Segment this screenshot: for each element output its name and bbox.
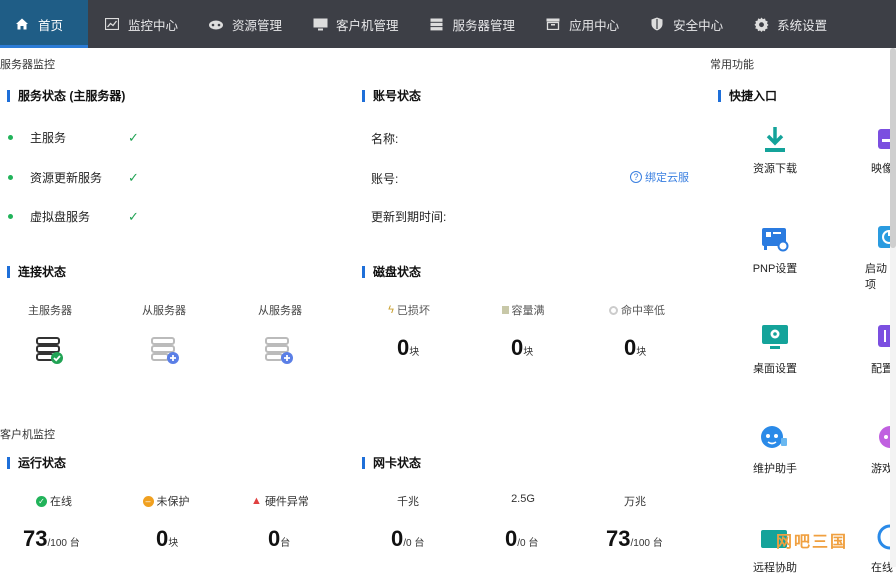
help-icon: ? — [630, 171, 642, 183]
server-add-icon[interactable] — [150, 335, 180, 365]
disk-metric-label: 命中率低 — [592, 302, 682, 318]
bind-cloud-link[interactable]: ? 绑定云服 — [630, 169, 689, 185]
server-label: 从服务器 — [142, 305, 186, 317]
section-server-monitor: 服务器监控 — [0, 59, 55, 71]
nic-metric-label: 万兆 — [624, 496, 646, 508]
nav-apps[interactable]: 应用中心 — [529, 0, 633, 48]
nav-resources[interactable]: 资源管理 — [192, 0, 296, 48]
server-online-icon[interactable] — [35, 335, 65, 365]
nav-monitor[interactable]: 监控中心 — [88, 0, 192, 48]
disk-status-title: 磁盘状态 — [362, 266, 421, 278]
shield-icon — [649, 16, 665, 32]
expiry-label: 更新到期时间: — [371, 210, 447, 224]
service-name: 主服务 — [30, 131, 67, 145]
run-metric-label: ✓ 在线 — [4, 493, 104, 509]
status-dot — [8, 175, 13, 180]
nav-settings[interactable]: 系统设置 — [737, 0, 841, 48]
nav-home[interactable]: 首页 — [0, 0, 88, 48]
connection-status-title: 连接状态 — [7, 266, 66, 278]
gear-icon — [753, 16, 769, 32]
quick-item-game[interactable]: 游戏 — [848, 460, 896, 476]
nic-metric-value: 73/100 台 — [606, 526, 663, 551]
nav-servers[interactable]: 服务器管理 — [413, 0, 530, 48]
run-metric-label: – 未保护 — [116, 493, 216, 509]
service-name: 资源更新服务 — [30, 171, 103, 185]
scrollbar-thumb[interactable] — [890, 48, 896, 248]
nav-label: 监控中心 — [128, 18, 179, 33]
quick-item-desktop[interactable]: 桌面设置 — [740, 360, 810, 376]
disk-metric-value: 0块 — [511, 335, 534, 360]
nic-metric-value: 0/0 台 — [391, 526, 425, 551]
bind-cloud-label: 绑定云服 — [645, 172, 689, 184]
run-metric-value: 0块 — [156, 526, 179, 551]
quick-item-pnp[interactable]: PNP设置 — [740, 260, 810, 276]
quick-item-image[interactable]: 映像 — [848, 160, 896, 176]
online-check-icon: ✓ — [36, 495, 47, 507]
quick-item-startup[interactable]: 启动项 — [848, 260, 896, 292]
disk-metric-label: ϟ 已损坏 — [388, 304, 430, 317]
nav-label: 首页 — [38, 18, 64, 33]
quick-item-download[interactable]: 资源下载 — [740, 160, 810, 176]
server-add-icon[interactable] — [264, 335, 294, 365]
check-icon: ✓ — [128, 208, 139, 224]
check-icon: ✓ — [128, 169, 139, 185]
top-nav: 首页 监控中心 资源管理 客户机管理 服务器管理 应用中心 安全中心 系统设置 — [0, 0, 896, 48]
quick-item-config[interactable]: 配置 — [848, 360, 896, 376]
resource-icon — [208, 16, 224, 32]
run-metric-value: 73/100 台 — [23, 526, 80, 551]
run-metric-value: 0台 — [268, 526, 291, 551]
watermark: 网吧三国 — [776, 534, 849, 551]
nav-label: 系统设置 — [777, 18, 828, 33]
account-id-label: 账号: — [371, 172, 399, 186]
status-dot — [8, 135, 13, 140]
disk-metric-value: 0块 — [397, 335, 420, 360]
service-name: 虚拟盘服务 — [30, 210, 91, 224]
quick-item-assistant[interactable]: 维护助手 — [740, 460, 810, 476]
service-row: 资源更新服务 ✓ — [8, 169, 139, 186]
lightning-icon: ϟ — [388, 304, 394, 316]
download-icon[interactable] — [760, 125, 790, 155]
nav-label: 应用中心 — [569, 18, 620, 33]
nav-label: 安全中心 — [673, 18, 724, 33]
nav-label: 资源管理 — [232, 18, 283, 33]
target-icon — [609, 305, 618, 315]
status-dot — [8, 214, 13, 219]
nav-security[interactable]: 安全中心 — [633, 0, 737, 48]
quick-item-online[interactable]: 在线 — [848, 559, 896, 575]
home-icon — [14, 16, 30, 32]
disk-metric-value: 0块 — [624, 335, 647, 360]
nav-clients[interactable]: 客户机管理 — [296, 0, 413, 48]
check-icon: ✓ — [128, 129, 139, 145]
server-label: 主服务器 — [28, 305, 72, 317]
pnp-card-icon[interactable] — [760, 224, 790, 254]
app-box-icon — [545, 16, 561, 32]
service-row: 主服务 ✓ — [8, 129, 139, 146]
disk-metric-label: 容量满 — [478, 302, 568, 318]
unprotected-icon: – — [142, 495, 154, 507]
account-status-title: 账号状态 — [362, 90, 421, 102]
disk-full-icon — [501, 306, 509, 314]
account-name-label: 名称: — [371, 132, 399, 146]
server-label: 从服务器 — [258, 305, 302, 317]
nav-label: 客户机管理 — [336, 18, 399, 33]
run-status-title: 运行状态 — [7, 457, 66, 469]
section-client-monitor: 客户机监控 — [0, 429, 55, 441]
desktop-icon — [312, 16, 328, 32]
service-row: 虚拟盘服务 ✓ — [8, 208, 139, 225]
nic-metric-value: 0/0 台 — [505, 526, 539, 551]
run-metric-label: ▲ 硬件异常 — [251, 495, 309, 508]
nic-metric-label: 千兆 — [397, 496, 419, 508]
monitor-chart-icon — [104, 16, 120, 32]
nic-metric-label: 2.5G — [511, 493, 535, 505]
warning-icon: ▲ — [251, 495, 262, 507]
server-icon — [429, 16, 445, 32]
section-common-functions: 常用功能 — [710, 59, 754, 71]
nic-status-title: 网卡状态 — [362, 457, 421, 469]
quick-item-remote[interactable]: 远程协助 — [740, 559, 810, 575]
service-status-title: 服务状态 (主服务器) — [7, 90, 125, 102]
assistant-icon[interactable] — [758, 422, 788, 452]
desktop-settings-icon[interactable] — [760, 322, 790, 352]
quick-entry-title: 快捷入口 — [718, 90, 777, 102]
nav-label: 服务器管理 — [452, 18, 516, 33]
